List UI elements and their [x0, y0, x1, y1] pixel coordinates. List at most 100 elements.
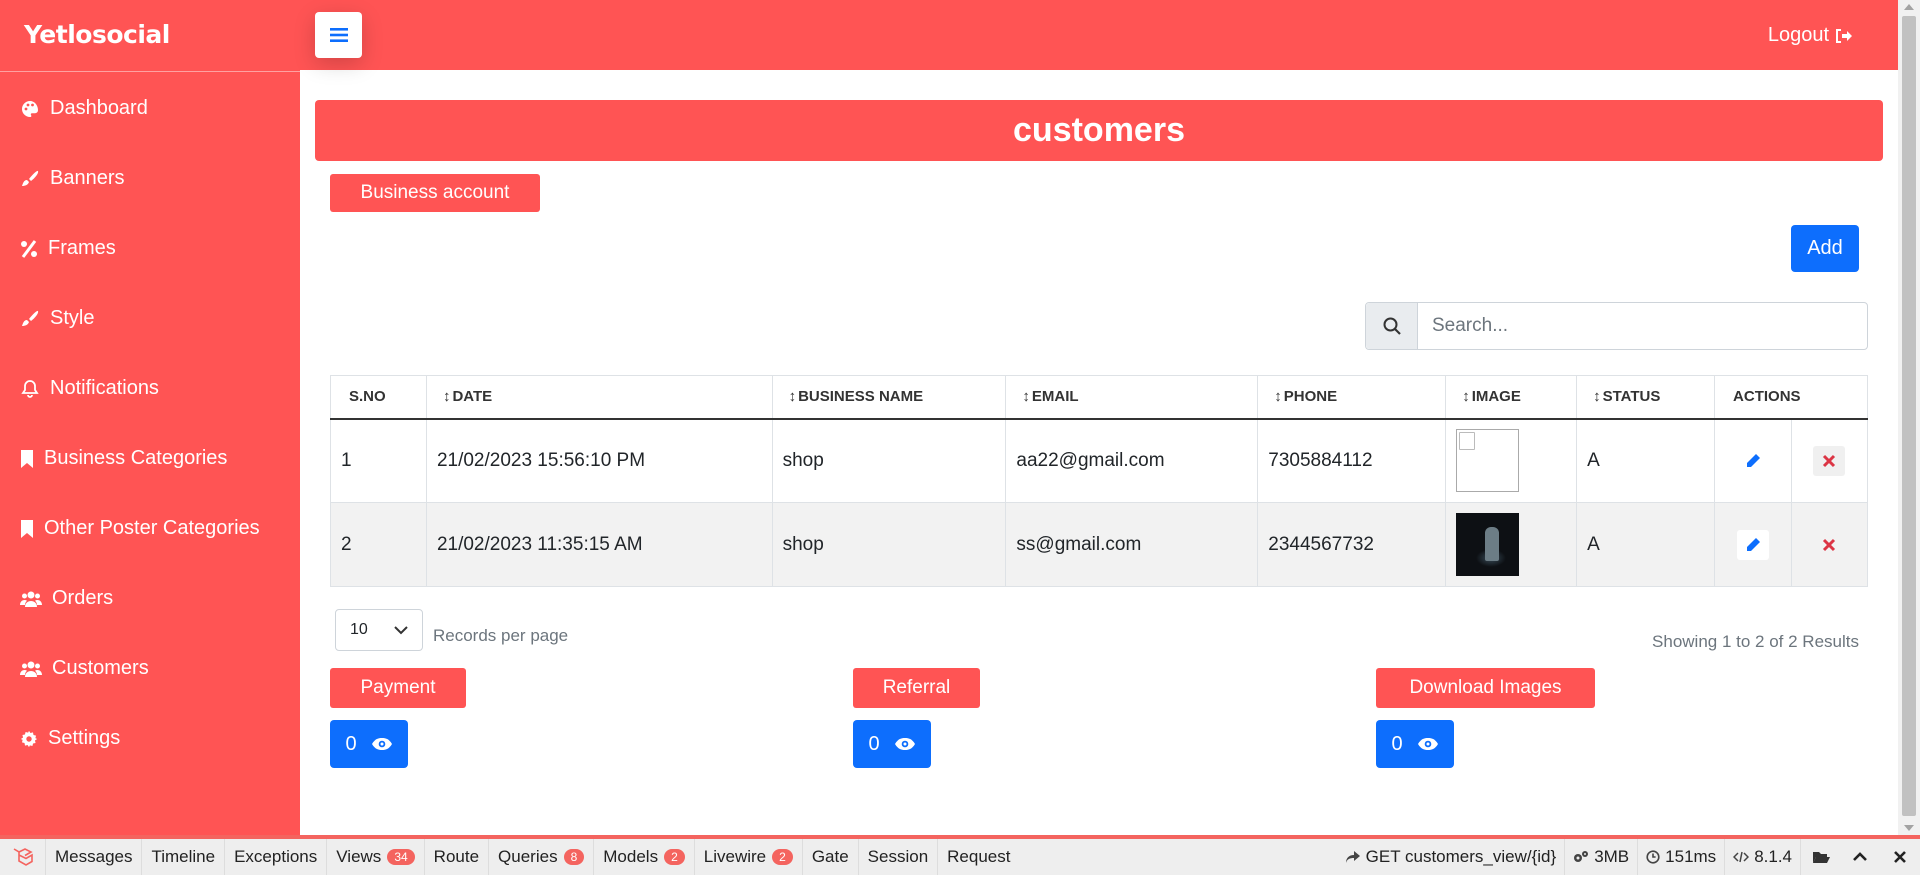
debug-tab-session[interactable]: Session	[859, 839, 939, 875]
records-per-page-select[interactable]: 10	[335, 609, 423, 651]
cell-sno: 1	[330, 418, 427, 503]
download-images-count-button[interactable]: 0	[1376, 720, 1454, 768]
close-debugbar-button[interactable]	[1880, 839, 1920, 875]
edit-button[interactable]	[1737, 445, 1769, 476]
open-folder-button[interactable]	[1800, 839, 1840, 875]
debug-tab-views[interactable]: Views 34	[327, 839, 425, 875]
cell-delete	[1790, 418, 1869, 503]
business-account-button[interactable]: Business account	[330, 174, 540, 212]
paint-brush-icon	[22, 310, 39, 326]
cell-image	[1445, 418, 1578, 503]
sidebar-item-label: Other Poster Categories	[44, 517, 260, 539]
payment-count-button[interactable]: 0	[330, 720, 408, 768]
search-input[interactable]	[1418, 303, 1867, 349]
cell-status: A	[1576, 418, 1716, 503]
referral-count: 0	[868, 732, 880, 755]
cell-email: aa22@gmail.com	[1005, 418, 1259, 503]
add-button[interactable]: Add	[1791, 225, 1859, 272]
cogs-icon	[1574, 851, 1589, 862]
edit-button[interactable]	[1737, 529, 1769, 560]
scroll-up-arrow[interactable]	[1904, 4, 1914, 10]
maximize-debugbar-button[interactable]	[1840, 839, 1880, 875]
cell-delete	[1790, 502, 1869, 587]
sidebar-item-dashboard[interactable]: Dashboard	[20, 97, 148, 120]
column-header-sno[interactable]: S.NO	[330, 375, 427, 420]
memory-info[interactable]: 3MB	[1564, 839, 1637, 875]
download-images-count: 0	[1391, 732, 1403, 755]
sidebar-item-other-poster-categories[interactable]: Other Poster Categories	[20, 517, 260, 540]
palette-icon	[22, 100, 38, 117]
sidebar-item-style[interactable]: Style	[20, 307, 94, 330]
sidebar-item-label: Settings	[48, 727, 121, 749]
sidebar-item-settings[interactable]: Settings	[20, 727, 120, 750]
cell-business-name: shop	[771, 418, 1007, 503]
column-header-image[interactable]: ↕ IMAGE	[1445, 375, 1578, 420]
pencil-icon	[1747, 453, 1760, 467]
cell-image	[1445, 502, 1578, 587]
page-title: customers	[315, 100, 1883, 161]
sidebar-item-business-categories[interactable]: Business Categories	[20, 447, 227, 470]
menu-toggle-button[interactable]	[315, 12, 362, 58]
broken-image-thumbnail[interactable]	[1456, 429, 1520, 493]
sidebar-item-label: Customers	[52, 657, 149, 679]
bookmark-icon	[21, 449, 33, 468]
debug-tab-exceptions[interactable]: Exceptions	[225, 839, 328, 875]
sidebar-item-frames[interactable]: Frames	[20, 237, 116, 260]
eye-icon	[371, 738, 392, 750]
payment-button[interactable]: Payment	[330, 668, 466, 708]
debug-tab-gate[interactable]: Gate	[803, 839, 859, 875]
queries-count-badge: 8	[563, 849, 585, 865]
column-header-actions: ACTIONS	[1714, 375, 1868, 420]
time-info[interactable]: 151ms	[1637, 839, 1724, 875]
referral-count-button[interactable]: 0	[853, 720, 931, 768]
brand-logo[interactable]: Yetlosocial	[24, 20, 170, 49]
sidebar-item-notifications[interactable]: Notifications	[20, 377, 159, 400]
gear-icon	[20, 730, 38, 747]
search-group	[1365, 302, 1868, 350]
chevron-up-icon	[1853, 852, 1867, 861]
debug-tab-messages[interactable]: Messages	[46, 839, 143, 875]
logout-link[interactable]: Logout	[1768, 24, 1853, 47]
php-version-info[interactable]: 8.1.4	[1724, 839, 1800, 875]
per-page-label: Records per page	[433, 626, 569, 645]
cell-edit	[1714, 418, 1792, 503]
pencil-icon	[1747, 537, 1760, 551]
users-icon	[20, 661, 42, 677]
column-header-status[interactable]: ↕ STATUS	[1576, 375, 1716, 420]
column-header-phone[interactable]: ↕ PHONE	[1257, 375, 1447, 420]
sidebar-item-banners[interactable]: Banners	[20, 167, 125, 190]
close-icon	[1894, 851, 1906, 863]
table-row: 1 21/02/2023 15:56:10 PM shop aa22@gmail…	[330, 418, 1869, 503]
close-icon	[1823, 538, 1836, 551]
cell-sno: 2	[330, 502, 427, 587]
debug-tab-livewire[interactable]: Livewire 2	[695, 839, 803, 875]
logout-label: Logout	[1767, 24, 1829, 46]
sidebar-item-orders[interactable]: Orders	[20, 587, 113, 610]
delete-button[interactable]	[1813, 530, 1845, 560]
scroll-down-arrow[interactable]	[1904, 825, 1914, 831]
debug-tab-models[interactable]: Models 2	[594, 839, 695, 875]
customers-table: S.NO ↕ DATE ↕ BUSINESS NAME ↕ EMAIL ↕ PHONE …	[330, 375, 1869, 587]
column-header-date[interactable]: ↕ DATE	[425, 375, 773, 420]
cell-business-name: shop	[771, 502, 1007, 587]
debug-tab-route[interactable]: Route	[425, 839, 490, 875]
referral-button[interactable]: Referral	[853, 668, 980, 708]
column-header-email[interactable]: ↕ EMAIL	[1005, 375, 1259, 420]
table-row: 2 21/02/2023 11:35:15 AM shop ss@gmail.c…	[330, 502, 1869, 587]
cell-phone: 7305884112	[1257, 418, 1447, 503]
column-header-business-name[interactable]: ↕ BUSINESS NAME	[771, 375, 1007, 420]
laravel-logo-icon[interactable]	[0, 839, 46, 875]
sidebar-item-customers[interactable]: Customers	[20, 657, 149, 680]
route-info[interactable]: GET customers_view/{id}	[1337, 839, 1565, 875]
delete-button[interactable]	[1813, 445, 1846, 476]
scroll-thumb[interactable]	[1902, 16, 1916, 816]
debug-tab-queries[interactable]: Queries 8	[489, 839, 595, 875]
debug-tab-timeline[interactable]: Timeline	[142, 839, 226, 875]
sidebar-item-label: Orders	[52, 587, 114, 609]
hamburger-icon	[329, 28, 348, 42]
percent-icon	[21, 239, 37, 258]
debug-tab-request[interactable]: Request	[938, 839, 1019, 875]
page-scrollbar[interactable]	[1898, 0, 1920, 835]
photo-thumbnail[interactable]	[1456, 513, 1520, 576]
download-images-button[interactable]: Download Images	[1376, 668, 1595, 708]
